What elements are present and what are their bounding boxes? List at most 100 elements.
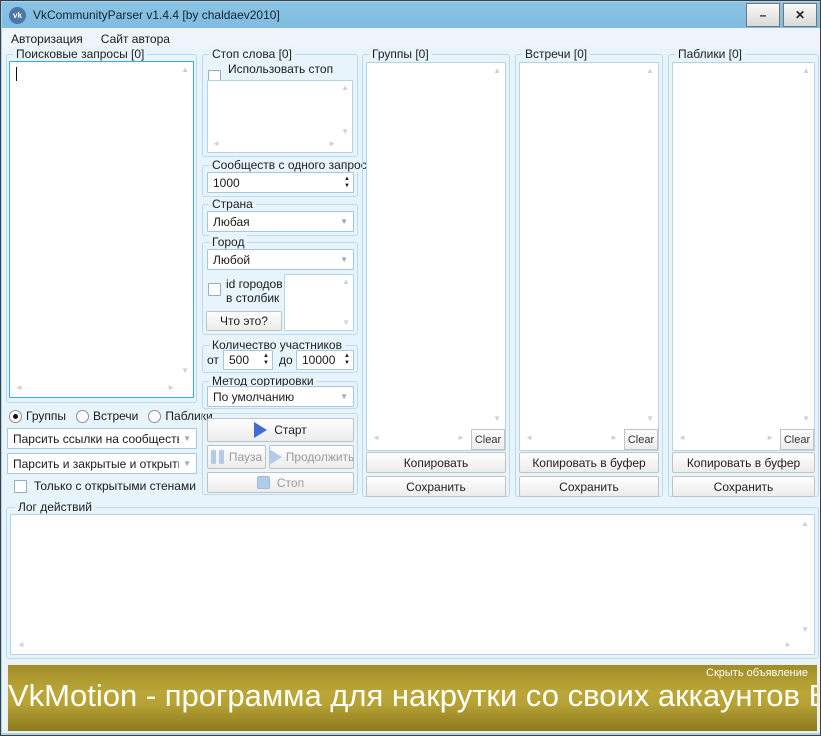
clear-button[interactable]: Clear (780, 429, 814, 450)
country-combobox[interactable]: Любая ▼ (207, 211, 354, 232)
scroll-right-icon[interactable]: ► (784, 641, 792, 649)
resume-play-icon (269, 449, 282, 465)
scroll-down-icon[interactable]: ▼ (341, 128, 349, 136)
chevron-down-icon: ▼ (336, 217, 348, 226)
clear-button[interactable]: Clear (471, 429, 505, 450)
scroll-up-icon[interactable]: ▲ (341, 84, 349, 92)
radio-groups-label: Группы (26, 409, 66, 423)
save-button[interactable]: Сохранить (366, 476, 506, 497)
spinner-down-icon[interactable]: ▼ (344, 184, 350, 189)
save-button[interactable]: Сохранить (519, 476, 659, 497)
city-panel: Город Любой ▼ id городов в столбик ▲ ▼ Ч… (202, 242, 358, 335)
spinner-arrows[interactable]: ▲ ▼ (260, 354, 272, 366)
clear-button[interactable]: Clear (624, 429, 658, 450)
scroll-right-icon[interactable]: ► (457, 434, 465, 442)
parse-links-combobox[interactable]: Парсить ссылки на сообщества ▼ (7, 428, 197, 449)
text-cursor (16, 67, 17, 81)
scroll-down-icon[interactable]: ▼ (802, 415, 810, 423)
city-ids-checkbox[interactable]: id городов в столбик (208, 277, 290, 305)
open-walls-checkbox[interactable]: Только с открытыми стенами (14, 479, 196, 493)
copy-button[interactable]: Копировать (366, 452, 506, 473)
scroll-down-icon[interactable]: ▼ (646, 415, 654, 423)
scroll-right-icon[interactable]: ► (328, 140, 336, 148)
groups-results-list[interactable]: ▲ ▼ ◄ ► Clear (366, 62, 506, 451)
scroll-up-icon[interactable]: ▲ (181, 66, 189, 74)
scroll-right-icon[interactable]: ► (610, 434, 618, 442)
scroll-down-icon[interactable]: ▼ (342, 319, 350, 327)
groups-results-label: Группы [0] (369, 47, 432, 61)
parse-links-value: Парсить ссылки на сообщества (13, 432, 179, 446)
action-log-textarea[interactable]: ▲ ▼ ◄ ► (10, 514, 815, 655)
members-to-spinner[interactable]: 10000 ▲ ▼ (296, 350, 354, 370)
main-content: Поисковые запросы [0] ▲ ▼ ◄ ► Группы Вст… (2, 49, 821, 733)
resume-button[interactable]: Продолжить (269, 445, 354, 469)
scroll-right-icon[interactable]: ► (167, 384, 175, 392)
members-from-label: от (207, 353, 219, 367)
sorting-panel: Метод сортировки По умолчанию ▼ (202, 381, 358, 409)
chevron-down-icon: ▼ (179, 459, 191, 468)
scroll-up-icon[interactable]: ▲ (801, 520, 809, 528)
spinner-arrows[interactable]: ▲ ▼ (341, 354, 353, 366)
scroll-down-icon[interactable]: ▼ (493, 415, 501, 423)
scroll-up-icon[interactable]: ▲ (342, 278, 350, 286)
scroll-left-icon[interactable]: ◄ (17, 641, 25, 649)
scroll-left-icon[interactable]: ◄ (212, 140, 220, 148)
ad-banner-text[interactable]: VkMotion - программа для накрутки со сво… (8, 678, 817, 714)
spinner-down-icon[interactable]: ▼ (344, 361, 350, 366)
spinner-up-icon[interactable]: ▲ (344, 354, 350, 359)
spinner-arrows[interactable]: ▲ ▼ (341, 177, 353, 189)
search-queries-textarea[interactable]: ▲ ▼ ◄ ► (9, 61, 194, 398)
scroll-left-icon[interactable]: ◄ (678, 434, 686, 442)
city-ids-textarea[interactable]: ▲ ▼ (284, 274, 354, 331)
sorting-combobox[interactable]: По умолчанию ▼ (207, 386, 354, 407)
publics-results-list[interactable]: ▲ ▼ ◄ ► Clear (672, 62, 815, 451)
radio-groups[interactable]: Группы (9, 409, 66, 423)
what-is-it-button[interactable]: Что это? (206, 311, 282, 331)
spinner-up-icon[interactable]: ▲ (263, 354, 269, 359)
app-window: vk VkCommunityParser v1.4.4 [by chaldaev… (0, 0, 821, 736)
members-to-label: до (279, 353, 293, 367)
title-bar[interactable]: vk VkCommunityParser v1.4.4 [by chaldaev… (2, 2, 821, 28)
meetings-results-list[interactable]: ▲ ▼ ◄ ► Clear (519, 62, 659, 451)
scroll-up-icon[interactable]: ▲ (802, 67, 810, 75)
scroll-left-icon[interactable]: ◄ (525, 434, 533, 442)
radio-meetings[interactable]: Встречи (76, 409, 138, 423)
scroll-down-icon[interactable]: ▼ (181, 367, 189, 375)
start-button[interactable]: Старт (207, 418, 354, 442)
copy-buffer-button[interactable]: Копировать в буфер (672, 452, 815, 473)
city-combobox[interactable]: Любой ▼ (207, 249, 354, 270)
per-query-label: Сообществ с одного запроса (209, 158, 376, 172)
action-log-panel: Лог действий ▲ ▼ ◄ ► (6, 507, 819, 659)
play-icon (254, 422, 267, 438)
spinner-up-icon[interactable]: ▲ (344, 177, 350, 182)
scroll-down-icon[interactable]: ▼ (801, 626, 809, 634)
per-query-spinner[interactable]: 1000 ▲ ▼ (207, 172, 354, 193)
chevron-down-icon: ▼ (179, 434, 191, 443)
copy-buffer-button[interactable]: Копировать в буфер (519, 452, 659, 473)
menu-authorization[interactable]: Авторизация (2, 30, 92, 48)
scroll-up-icon[interactable]: ▲ (646, 67, 654, 75)
parse-privacy-combobox[interactable]: Парсить и закрытые и открыты ▼ (7, 453, 197, 474)
ad-banner[interactable]: Скрыть объявление VkMotion - программа д… (6, 663, 819, 733)
run-controls-panel: Старт Пауза Продолжить Стоп (202, 413, 358, 495)
scroll-up-icon[interactable]: ▲ (493, 67, 501, 75)
scroll-right-icon[interactable]: ► (766, 434, 774, 442)
minimize-button[interactable]: – (746, 3, 780, 27)
radio-meetings-label: Встречи (93, 409, 138, 423)
members-from-spinner[interactable]: 500 ▲ ▼ (223, 350, 273, 370)
close-button[interactable]: ✕ (783, 3, 817, 27)
radio-dot-icon (148, 410, 161, 423)
pause-button[interactable]: Пауза (207, 445, 266, 469)
per-query-panel: Сообществ с одного запроса 1000 ▲ ▼ (202, 165, 358, 197)
publics-results-panel: Паблики [0] ▲ ▼ ◄ ► Clear Копировать в б… (668, 54, 819, 497)
search-queries-label: Поисковые запросы [0] (13, 47, 147, 61)
country-value: Любая (213, 215, 250, 229)
save-button[interactable]: Сохранить (672, 476, 815, 497)
spinner-down-icon[interactable]: ▼ (263, 361, 269, 366)
groups-results-panel: Группы [0] ▲ ▼ ◄ ► Clear Копировать Сохр… (362, 54, 510, 497)
stop-words-textarea[interactable]: ▲ ▼ ◄ ► (207, 80, 353, 153)
scroll-left-icon[interactable]: ◄ (372, 434, 380, 442)
menu-author-site[interactable]: Сайт автора (92, 30, 179, 48)
stop-button[interactable]: Стоп (207, 472, 354, 493)
scroll-left-icon[interactable]: ◄ (15, 384, 23, 392)
